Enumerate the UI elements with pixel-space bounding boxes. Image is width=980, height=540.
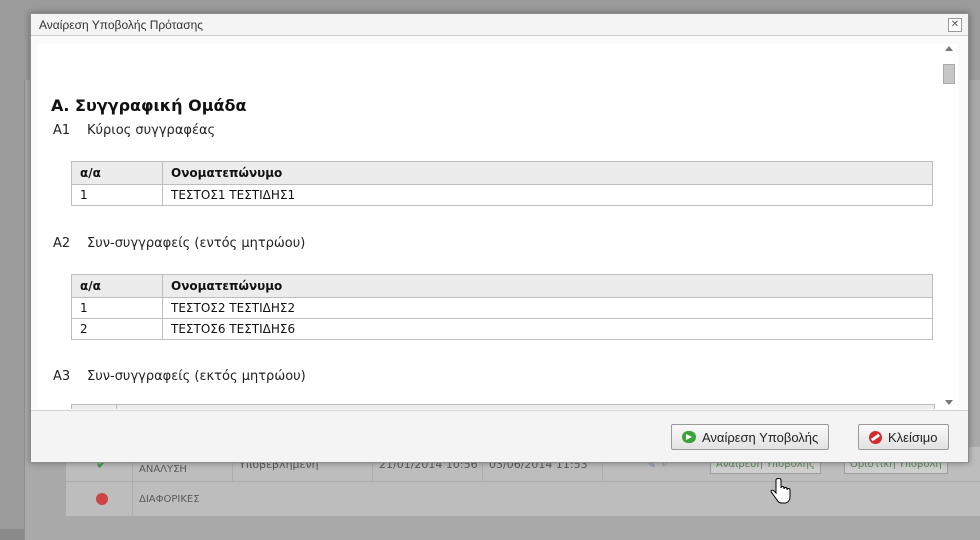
undo-icon [682,431,696,443]
vertical-scrollbar[interactable] [941,44,958,409]
row-num: 2 [71,318,163,340]
row-name: ΤΕΣΤΟΣ6 ΤΕΣΤΙΔΗΣ6 [162,318,933,340]
row-name: ΤΕΣΤΟΣ2 ΤΕΣΤΙΔΗΣ2 [162,297,933,319]
error-icon [66,482,132,516]
undo-submission-label: Αναίρεση Υποβολής [702,429,819,445]
dialog-footer: Αναίρεση Υποβολής Κλείσιμο [31,410,968,462]
subsection-a3: Α3 Συν-συγγραφείς (εκτός μητρώου) [53,369,306,384]
subsection-code: Α2 [53,236,71,251]
scroll-thumb[interactable] [943,64,955,84]
close-button-label: Κλείσιμο [888,429,938,445]
undo-submission-dialog: Αναίρεση Υποβολής Πρότασης ✕ Α. Συγγραφι… [30,13,969,463]
dialog-title: Αναίρεση Υποβολής Πρότασης [31,14,968,36]
column-header-name: Ονοματεπώνυμο [162,274,933,298]
hand-cursor-icon [770,478,791,504]
undo-submission-button[interactable]: Αναίρεση Υποβολής [671,424,830,450]
close-button[interactable]: Κλείσιμο [858,424,949,450]
coauthors-internal-table: α/α Ονοματεπώνυμο 1 ΤΕΣΤΟΣ2 ΤΕΣΤΙΔΗΣ2 2 … [71,274,933,340]
subsection-a1: Α1 Κύριος συγγραφέας [53,123,215,138]
column-header-num: α/α [71,161,163,185]
subsection-code: Α1 [53,123,71,138]
subsection-label: Κύριος συγγραφέας [87,123,216,138]
scroll-up-icon[interactable] [945,46,953,51]
subsection-a2: Α2 Συν-συγγραφείς (εντός μητρώου) [53,236,305,251]
row-num: 1 [71,184,163,206]
section-title: Α. Συγγραφική Ομάδα [51,96,247,115]
table-row: 1 ΤΕΣΤΟΣ1 ΤΕΣΤΙΔΗΣ1 [71,184,933,206]
subsection-label: Συν-συγγραφείς (εντός μητρώου) [87,236,306,251]
table-row: 2 ΤΕΣΤΟΣ6 ΤΕΣΤΙΔΗΣ6 [71,318,933,340]
coauthors-external-table [71,404,935,409]
main-author-table: α/α Ονοματεπώνυμο 1 ΤΕΣΤΟΣ1 ΤΕΣΤΙΔΗΣ1 [71,161,933,206]
subject-cell: ΔΙΑΦΟΡΙΚΕΣ [132,482,232,516]
row-name: ΤΕΣΤΟΣ1 ΤΕΣΤΙΔΗΣ1 [162,184,933,206]
dialog-content[interactable]: Α. Συγγραφική Ομάδα Α1 Κύριος συγγραφέας … [37,44,941,409]
scroll-down-icon[interactable] [945,400,953,405]
table-row: ΔΙΑΦΟΡΙΚΕΣ [66,481,980,516]
table-row: 1 ΤΕΣΤΟΣ2 ΤΕΣΤΙΔΗΣ2 [71,297,933,319]
column-header-name: Ονοματεπώνυμο [162,161,933,185]
subsection-code: Α3 [53,369,71,384]
cancel-icon [869,430,882,444]
row-num: 1 [71,297,163,319]
close-icon[interactable]: ✕ [948,18,962,32]
subsection-label: Συν-συγγραφείς (εκτός μητρώου) [87,369,306,384]
column-header-num: α/α [71,274,163,298]
